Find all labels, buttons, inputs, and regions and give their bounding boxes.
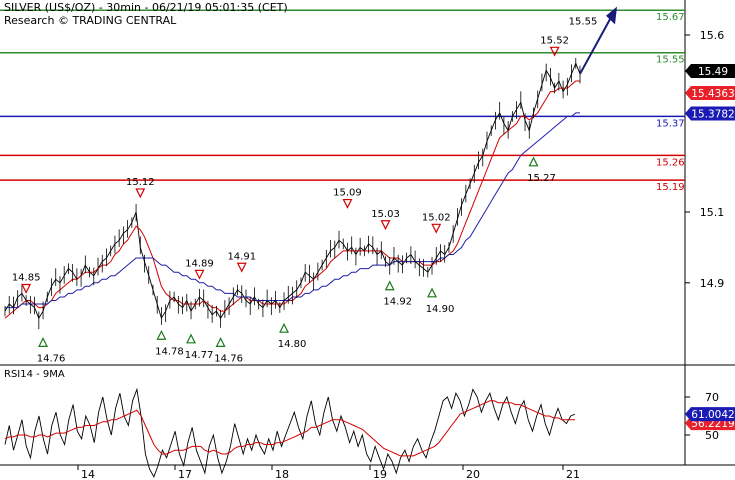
level-label: 15.67 — [656, 12, 685, 23]
rsi-title: RSI14 - 9MA — [4, 369, 65, 380]
x-tick-label: 18 — [275, 468, 289, 480]
price-plot-area — [0, 0, 685, 365]
x-tick-label: 17 — [178, 468, 192, 480]
low-label: 14.76 — [37, 353, 66, 364]
high-label: 15.03 — [371, 209, 400, 220]
low-label: 15.27 — [527, 173, 556, 184]
level-label: 15.37 — [656, 118, 685, 129]
high-label: 14.89 — [185, 258, 214, 269]
chart-subtitle: Research © TRADING CENTRAL — [4, 14, 177, 27]
low-label: 14.80 — [278, 339, 307, 350]
level-label: 15.26 — [656, 157, 685, 168]
low-label: 14.90 — [426, 304, 455, 315]
high-label: 15.12 — [126, 177, 155, 188]
chart-title: SILVER (US$/OZ) - 30min - 06/21/19 05:01… — [4, 1, 288, 14]
last-high-label: 15.55 — [569, 16, 598, 27]
high-label: 14.91 — [227, 251, 256, 262]
y-tick-label: 14.9 — [700, 277, 725, 290]
rsi-y-tick-label: 70 — [705, 391, 719, 404]
high-label: 15.52 — [540, 35, 569, 46]
low-label: 14.78 — [155, 346, 184, 357]
low-label: 14.76 — [214, 353, 243, 364]
rsi-line-0 — [4, 387, 576, 478]
x-tick-label: 21 — [566, 468, 580, 480]
level-label: 15.19 — [656, 182, 685, 193]
rsi-value-value: 61.0042 — [691, 409, 734, 421]
pivot-value: 15.3782 — [691, 109, 734, 121]
level-label: 15.55 — [656, 55, 685, 66]
last-price-value: 15.49 — [698, 66, 728, 78]
chart-canvas: 15.67 15.55 15.37 15.26 15.19 14.85 15.12 14.8… — [0, 0, 735, 480]
low-label: 14.77 — [185, 350, 214, 361]
x-tick-label: 19 — [373, 468, 387, 480]
rsi-y-tick-label: 50 — [705, 429, 719, 442]
high-label: 15.02 — [422, 212, 451, 223]
x-tick-label: 14 — [81, 468, 95, 480]
low-label: 14.92 — [383, 297, 412, 308]
high-label: 14.85 — [12, 273, 41, 284]
high-label: 15.09 — [333, 188, 362, 199]
ma-fast-value: 15.4363 — [691, 88, 734, 100]
x-tick-label: 20 — [466, 468, 480, 480]
y-tick-label: 15.6 — [700, 29, 725, 42]
y-tick-label: 15.1 — [700, 206, 725, 219]
